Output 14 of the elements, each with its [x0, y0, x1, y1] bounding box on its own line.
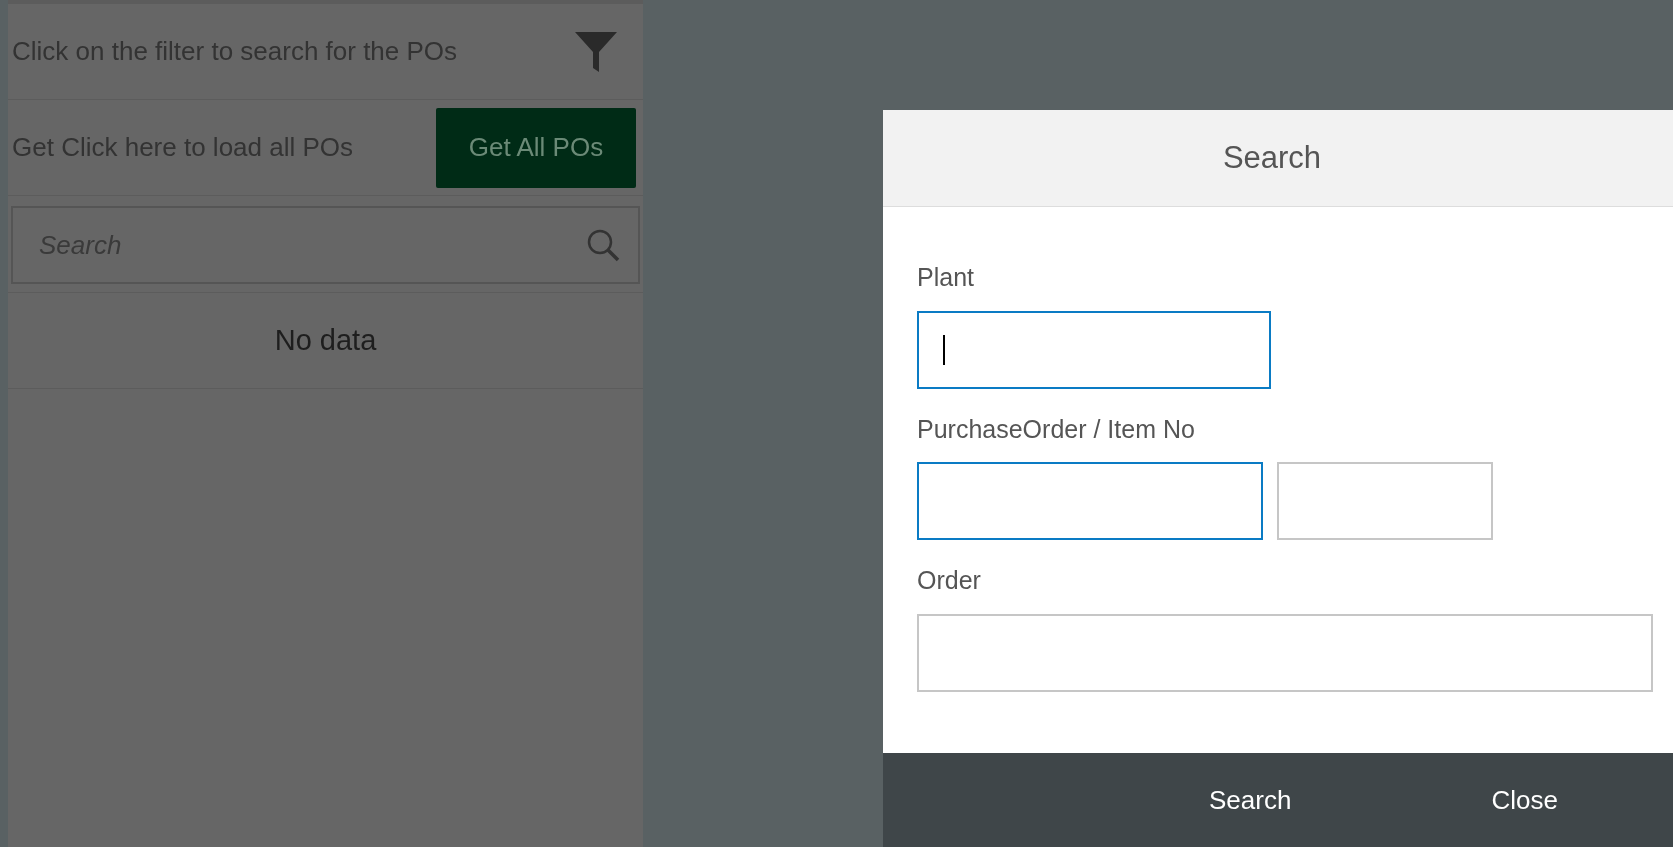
get-all-button[interactable]: Get All POs	[436, 107, 636, 188]
input-field[interactable]	[1277, 462, 1493, 540]
search-icon[interactable]	[586, 228, 620, 262]
input-field[interactable]	[917, 310, 1271, 389]
input-field[interactable]	[917, 462, 1263, 540]
field-label: Order	[917, 565, 982, 596]
dialog-title: Search	[1222, 138, 1322, 177]
input-field[interactable]	[917, 613, 1653, 692]
footer-button[interactable]: Close	[1481, 772, 1568, 828]
field-label: Plant	[917, 262, 975, 293]
field-label: PurchaseOrder / Item No	[917, 413, 1196, 445]
footer-button[interactable]: Search	[1199, 772, 1302, 828]
filter-icon[interactable]	[575, 31, 617, 72]
no-data-text: No data	[274, 322, 377, 358]
